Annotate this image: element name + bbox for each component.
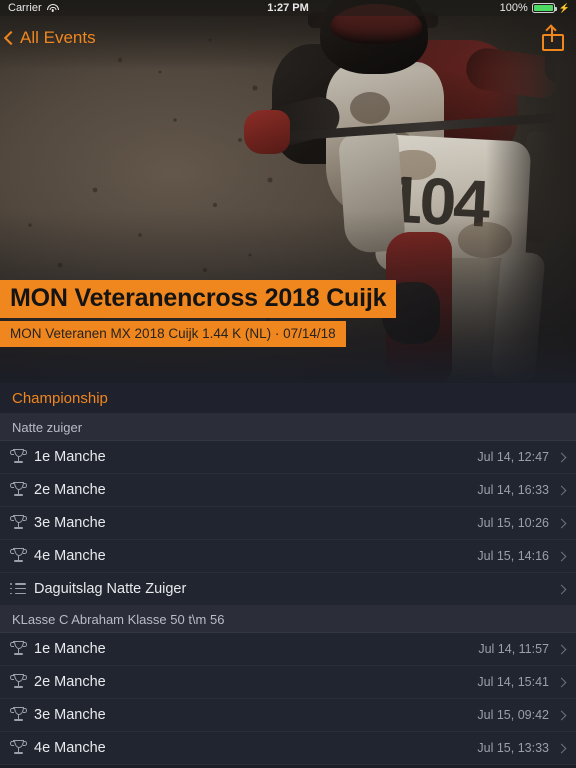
battery-percent-label: 100%	[499, 2, 528, 14]
row-timestamp: Jul 15, 14:16	[477, 549, 549, 563]
row-timestamp: Jul 14, 16:33	[477, 483, 549, 497]
list-item[interactable]: 1e Manche Jul 14, 12:47	[0, 441, 576, 474]
trophy-icon	[9, 449, 28, 465]
row-label: 4e Manche	[34, 740, 106, 756]
wifi-icon	[46, 3, 59, 13]
row-icon	[7, 672, 31, 692]
chevron-right-icon	[556, 584, 567, 594]
status-bar: Carrier 1:27 PM 100% ⚡	[0, 0, 576, 16]
trophy-icon	[9, 740, 28, 756]
row-label: 4e Manche	[34, 548, 106, 564]
row-icon	[7, 447, 31, 467]
chevron-left-icon	[3, 30, 19, 46]
chevron-right-icon	[556, 710, 567, 720]
event-title-block: MON Veteranencross 2018 Cuijk MON Vetera…	[0, 279, 397, 347]
carrier-label: Carrier	[8, 2, 42, 14]
list-item[interactable]: 4e Manche Jul 15, 13:33	[0, 732, 576, 765]
list-header-championship: Championship	[0, 383, 576, 414]
row-icon	[7, 480, 31, 500]
row-label: 2e Manche	[34, 674, 106, 690]
row-timestamp: Jul 15, 13:33	[477, 741, 549, 755]
trophy-icon	[9, 674, 28, 690]
status-bar-clock: 1:27 PM	[267, 2, 309, 14]
row-label: 1e Manche	[34, 641, 106, 657]
row-label: 1e Manche	[34, 449, 106, 465]
chevron-right-icon	[556, 644, 567, 654]
event-subtitle: MON Veteranen MX 2018 Cuijk 1.44 K (NL) …	[0, 320, 346, 347]
list-item[interactable]: 1e Manche Jul 14, 11:57	[0, 633, 576, 666]
row-icon	[7, 705, 31, 725]
trophy-icon	[9, 482, 28, 498]
chevron-right-icon	[556, 485, 567, 495]
back-button-label: All Events	[20, 28, 96, 47]
row-timestamp: Jul 15, 09:42	[477, 708, 549, 722]
list-item[interactable]: 3e Manche Jul 15, 10:26	[0, 507, 576, 540]
chevron-right-icon	[556, 551, 567, 561]
status-bar-left: Carrier	[8, 2, 59, 14]
chevron-right-icon	[556, 677, 567, 687]
row-icon	[7, 639, 31, 659]
row-icon	[7, 546, 31, 566]
row-label: 3e Manche	[34, 707, 106, 723]
row-label: 3e Manche	[34, 515, 106, 531]
back-button[interactable]: All Events	[3, 28, 96, 48]
share-button[interactable]	[542, 24, 564, 51]
list-item[interactable]: 3e Manche Jul 15, 09:42	[0, 699, 576, 732]
list-sections: Natte zuiger 1e Manche Jul 14, 12:47 2e Man…	[0, 414, 576, 765]
trophy-icon	[9, 548, 28, 564]
section-header: Natte zuiger	[0, 414, 576, 441]
row-timestamp: Jul 14, 15:41	[477, 675, 549, 689]
list-icon	[10, 583, 27, 595]
navigation-bar: All Events	[0, 16, 576, 60]
chevron-right-icon	[556, 452, 567, 462]
row-label: 2e Manche	[34, 482, 106, 498]
row-icon	[7, 579, 31, 599]
list-item[interactable]: 4e Manche Jul 15, 14:16	[0, 540, 576, 573]
trophy-icon	[9, 707, 28, 723]
row-icon	[7, 513, 31, 533]
page-title: MON Veteranencross 2018 Cuijk	[0, 279, 397, 318]
list-item[interactable]: Daguitslag Natte Zuiger	[0, 573, 576, 606]
event-detail-screen: 104 MON Veteranencross 2018 Cuijk MON Ve…	[0, 0, 576, 768]
row-label: Daguitslag Natte Zuiger	[34, 581, 187, 597]
chevron-right-icon	[556, 518, 567, 528]
battery-full-icon	[531, 3, 557, 13]
row-timestamp: Jul 14, 11:57	[478, 642, 549, 656]
lightning-bolt-icon: ⚡	[558, 2, 570, 13]
list-item[interactable]: 2e Manche Jul 14, 16:33	[0, 474, 576, 507]
status-bar-right: 100% ⚡	[500, 2, 570, 14]
chevron-right-icon	[556, 743, 567, 753]
results-list[interactable]: Championship Natte zuiger 1e Manche Jul 14…	[0, 383, 576, 768]
trophy-icon	[9, 641, 28, 657]
row-timestamp: Jul 15, 10:26	[477, 516, 549, 530]
trophy-icon	[9, 515, 28, 531]
row-timestamp: Jul 14, 12:47	[477, 450, 549, 464]
row-icon	[7, 738, 31, 758]
list-item[interactable]: 2e Manche Jul 14, 15:41	[0, 666, 576, 699]
section-header: KLasse C Abraham Klasse 50 t\m 56	[0, 606, 576, 633]
